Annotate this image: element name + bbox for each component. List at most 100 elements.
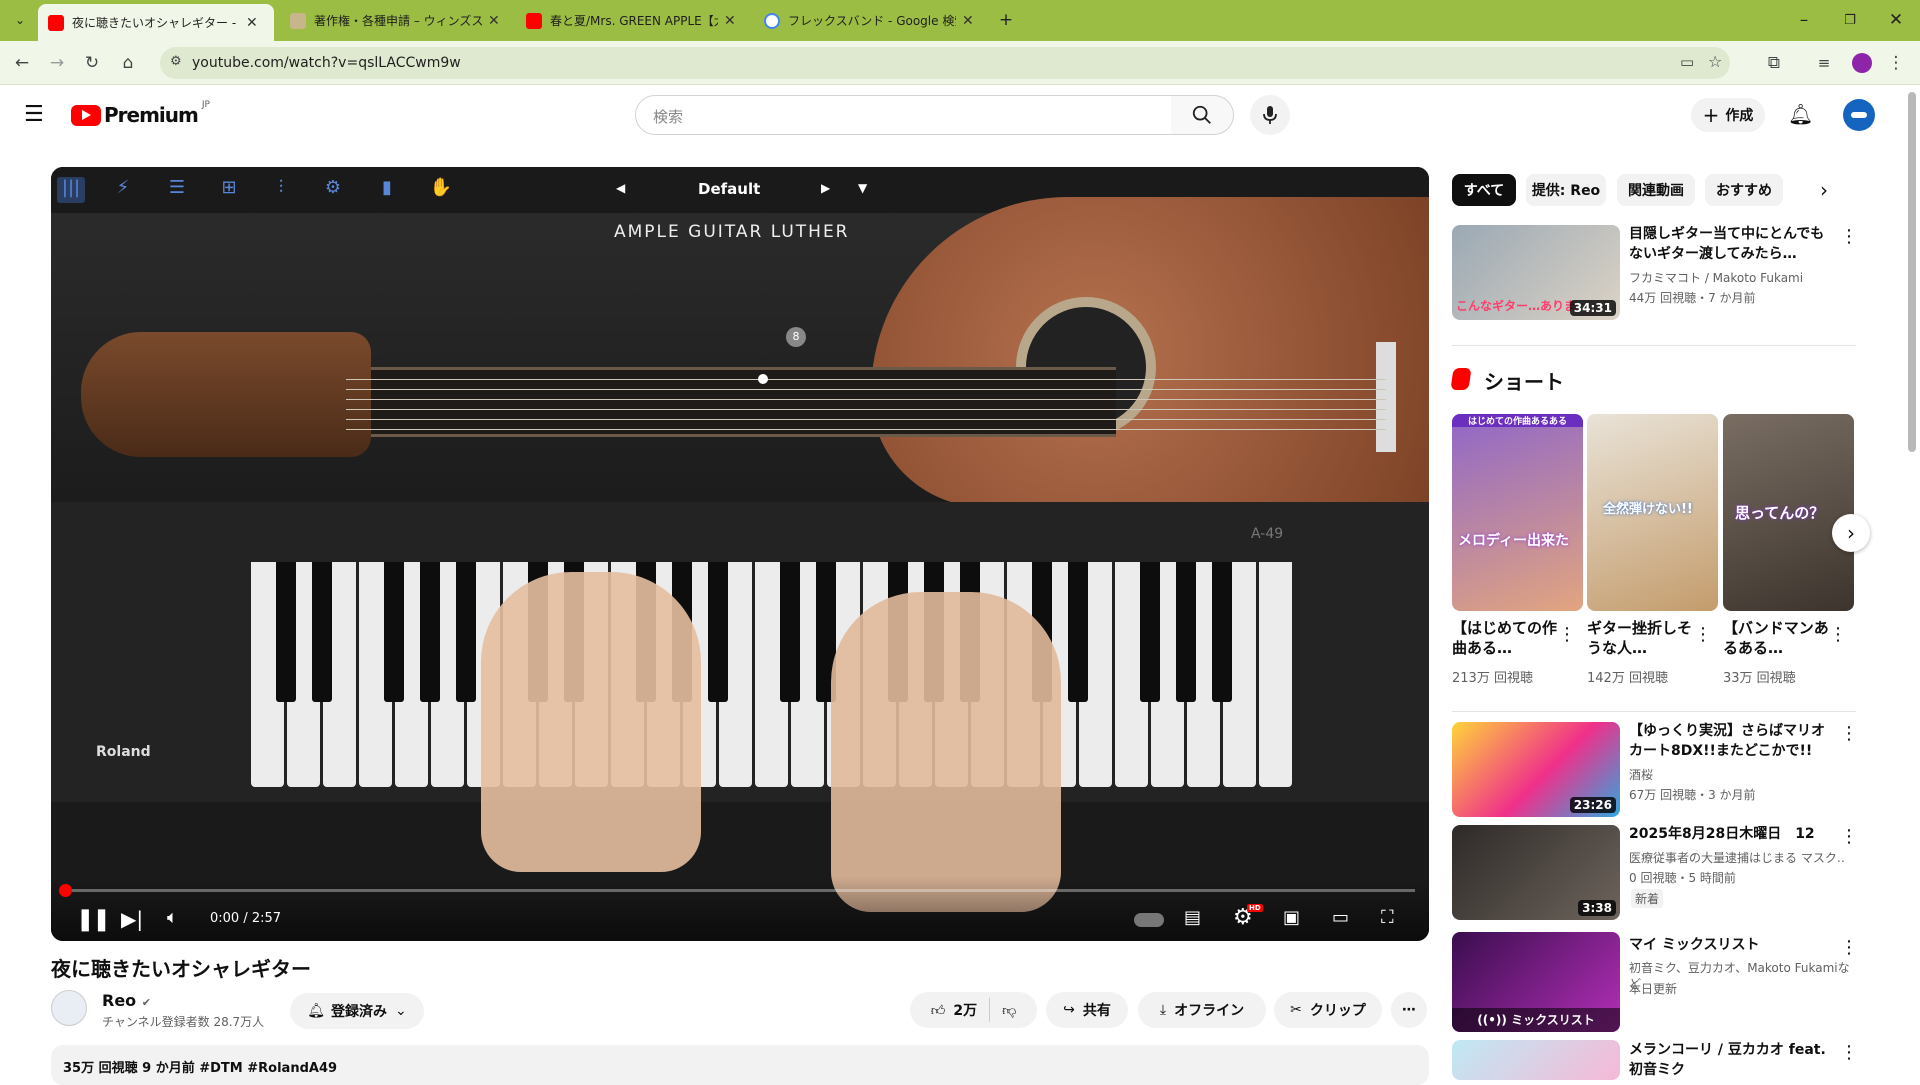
- volume-icon[interactable]: 🔈︎: [167, 907, 178, 928]
- user-avatar[interactable]: [1843, 99, 1875, 131]
- short-thumbnail[interactable]: 全然弾けない!!: [1587, 414, 1718, 611]
- bookmark-star-icon[interactable]: ☆: [1708, 52, 1722, 71]
- fullscreen-icon[interactable]: ⛶: [1381, 907, 1394, 928]
- plugin-mixer-icon[interactable]: ☰: [163, 177, 191, 203]
- install-app-icon[interactable]: ▭: [1680, 53, 1694, 71]
- more-vertical-icon[interactable]: ⋮: [1840, 723, 1858, 744]
- back-icon[interactable]: ←: [10, 51, 34, 75]
- more-vertical-icon[interactable]: ⋮: [1840, 226, 1858, 247]
- chip-from-reo[interactable]: 提供: Reo: [1526, 174, 1606, 206]
- preset-next-icon[interactable]: ▶: [821, 181, 830, 195]
- close-icon[interactable]: ✕: [962, 13, 974, 29]
- video-title-link[interactable]: メランコーリ / 豆カカオ feat.初音ミク: [1629, 1040, 1831, 1080]
- more-actions-button[interactable]: ⋯: [1391, 992, 1427, 1028]
- search-input[interactable]: 検索: [635, 95, 1172, 135]
- browser-tab-google[interactable]: フレックスバンド - Google 検索 ✕: [754, 4, 986, 37]
- browser-menu-icon[interactable]: ⋮: [1884, 51, 1908, 75]
- new-tab-icon[interactable]: +: [994, 8, 1018, 32]
- plugin-pick-icon[interactable]: ⚡: [109, 177, 137, 203]
- pause-icon[interactable]: ❚❚: [76, 907, 111, 932]
- theater-mode-icon[interactable]: ▭: [1332, 907, 1349, 928]
- like-count[interactable]: 2万: [953, 1000, 977, 1020]
- create-button[interactable]: + 作成: [1691, 98, 1765, 132]
- plugin-strings-icon[interactable]: |||: [57, 177, 85, 203]
- more-vertical-icon[interactable]: ⋮: [1840, 826, 1858, 847]
- video-player[interactable]: ||| ⚡ ☰ ⊞ ⫶ ⚙ ▮ ✋ ◀ Default ▶ ▼ AMPLE GU…: [51, 167, 1429, 941]
- video-title-link[interactable]: 2025年8月28日木曜日 12: [1629, 824, 1831, 844]
- chip-recommended[interactable]: おすすめ: [1705, 174, 1783, 206]
- forward-icon[interactable]: →: [45, 51, 69, 75]
- voice-search-button[interactable]: [1250, 95, 1290, 135]
- preset-dropdown-icon[interactable]: ▼: [858, 181, 867, 195]
- more-vertical-icon[interactable]: ⋮: [1558, 624, 1576, 645]
- minimize-icon[interactable]: –: [1792, 8, 1816, 32]
- browser-tab-greenapple[interactable]: 春と夏/Mrs. GREEN APPLE【大阪 ✕: [516, 4, 748, 37]
- page-scrollbar[interactable]: [1908, 92, 1916, 452]
- profile-avatar[interactable]: [1850, 51, 1874, 75]
- youtube-logo[interactable]: Premium JP: [71, 100, 210, 127]
- notifications-bell-icon[interactable]: 🔔︎: [1788, 102, 1813, 126]
- like-icon[interactable]: 👍︎: [931, 1002, 946, 1019]
- progress-bar[interactable]: [59, 884, 1415, 897]
- miniplayer-icon[interactable]: ▣: [1283, 907, 1300, 928]
- chips-next-icon[interactable]: ›: [1820, 178, 1828, 202]
- chip-all[interactable]: すべて: [1452, 174, 1516, 206]
- channel-name-row[interactable]: Reo ✔: [102, 991, 151, 1010]
- restore-icon[interactable]: ❐: [1838, 8, 1862, 32]
- close-icon[interactable]: ✕: [724, 13, 736, 29]
- short-thumbnail[interactable]: 思ってんの？: [1723, 414, 1854, 611]
- address-bar[interactable]: ⚙ youtube.com/watch?v=qslLACCwm9w ▭ ☆: [160, 47, 1730, 79]
- preset-prev-icon[interactable]: ◀: [616, 181, 625, 195]
- home-icon[interactable]: ⌂: [116, 51, 140, 75]
- reload-icon[interactable]: ↻: [80, 51, 104, 75]
- short-title[interactable]: ギター挫折しそうな人…: [1587, 618, 1695, 660]
- plugin-settings-icon[interactable]: ⚙: [319, 177, 347, 203]
- dislike-icon[interactable]: 👎︎: [1002, 1002, 1016, 1019]
- short-thumbnail[interactable]: はじめての作曲あるある メロディー出来た: [1452, 414, 1583, 611]
- plugin-hand-icon[interactable]: ✋: [427, 177, 455, 203]
- channel-avatar[interactable]: [51, 990, 87, 1026]
- channel-name[interactable]: Reo: [102, 991, 136, 1010]
- hamburger-menu-icon[interactable]: ☰: [24, 102, 44, 127]
- site-info-icon[interactable]: ⚙: [170, 54, 182, 69]
- shorts-next-icon[interactable]: ›: [1832, 514, 1870, 552]
- video-thumbnail[interactable]: 23:26: [1452, 722, 1620, 817]
- video-title-link[interactable]: マイ ミックスリスト: [1629, 935, 1831, 955]
- share-button[interactable]: ↪ 共有: [1046, 992, 1128, 1028]
- browser-tab-youtube[interactable]: 夜に聴きたいオシャレギター - You ✕: [38, 4, 274, 41]
- video-channel[interactable]: 酒桜: [1629, 766, 1653, 783]
- more-vertical-icon[interactable]: ⋮: [1694, 624, 1712, 645]
- progress-scrubber[interactable]: [59, 884, 72, 897]
- chip-related[interactable]: 関連動画: [1617, 174, 1695, 206]
- video-title-link[interactable]: 【ゆっくり実況】さらばマリオカート8DX!!またどこかで!!【#…: [1629, 721, 1831, 761]
- more-vertical-icon[interactable]: ⋮: [1840, 1042, 1858, 1063]
- video-title-link[interactable]: 目隠しギター当て中にとんでもないギター渡してみたら…【坂…: [1629, 224, 1831, 264]
- video-channel[interactable]: 医療従事者の大量逮捕はじまる マスク…: [1629, 849, 1844, 866]
- short-title[interactable]: 【バンドマンあるある…: [1723, 618, 1831, 660]
- short-title[interactable]: 【はじめての作曲ある…: [1452, 618, 1560, 660]
- subscribed-button[interactable]: 🔔︎ 登録済み ⌄: [290, 993, 424, 1029]
- clip-button[interactable]: ✂ クリップ: [1274, 992, 1382, 1028]
- video-thumbnail[interactable]: [1452, 1040, 1620, 1080]
- extensions-icon[interactable]: ⧉: [1762, 51, 1786, 75]
- plugin-sliders-icon[interactable]: ⫶: [267, 177, 295, 203]
- video-thumbnail[interactable]: ((•)) ミックスリスト: [1452, 932, 1620, 1032]
- window-close-icon[interactable]: ✕: [1884, 8, 1908, 32]
- close-icon[interactable]: ✕: [246, 15, 258, 31]
- plugin-grid-icon[interactable]: ⊞: [215, 177, 243, 203]
- autoplay-toggle[interactable]: [1134, 913, 1164, 927]
- video-channel[interactable]: フカミマコト / Makoto Fukami: [1629, 269, 1803, 286]
- search-button[interactable]: [1171, 95, 1234, 135]
- description-box[interactable]: 35万 回視聴 9 か月前 #DTM #RolandA49: [51, 1045, 1429, 1085]
- download-button[interactable]: ⤓ オフライン: [1138, 992, 1266, 1028]
- plugin-bars-icon[interactable]: ▮: [373, 177, 401, 203]
- video-thumbnail[interactable]: 3:38: [1452, 825, 1620, 920]
- more-vertical-icon[interactable]: ⋮: [1840, 937, 1858, 958]
- browser-tab-winds[interactable]: 著作権・各種申請 – ウィンズスコア ✕: [280, 4, 510, 37]
- media-control-icon[interactable]: ≡: [1812, 51, 1836, 75]
- subtitles-icon[interactable]: ▤: [1184, 907, 1201, 928]
- next-video-icon[interactable]: ▶|: [121, 907, 143, 931]
- tab-search-icon[interactable]: ⌄: [8, 8, 32, 32]
- more-vertical-icon[interactable]: ⋮: [1829, 624, 1847, 645]
- video-thumbnail[interactable]: こんなギター…ありま 34:31: [1452, 225, 1620, 320]
